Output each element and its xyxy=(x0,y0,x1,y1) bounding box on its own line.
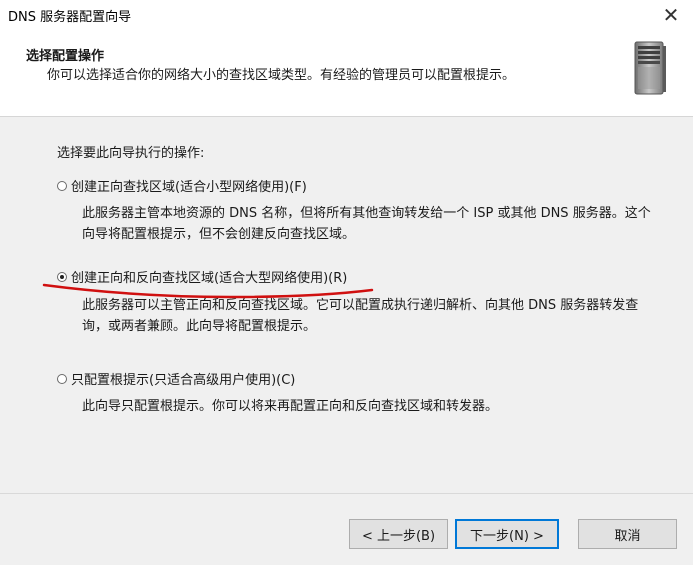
radio-root-hints-only[interactable] xyxy=(57,373,67,384)
back-button[interactable]: < 上一步(B) xyxy=(349,519,448,549)
option-description: 此服务器主管本地资源的 DNS 名称，但将所有其他查询转发给一个 ISP 或其他… xyxy=(82,206,651,242)
radio-forward-and-reverse[interactable] xyxy=(57,271,67,282)
window-title: DNS 服务器配置向导 xyxy=(8,10,132,25)
wizard-body: 选择要此向导执行的操作: 创建正向查找区域(适合小型网络使用)(F) 此服务器主… xyxy=(0,117,693,492)
radio-forward-only[interactable] xyxy=(57,180,67,191)
page-title: 选择配置操作 xyxy=(26,49,105,64)
option-label: 创建正向查找区域(适合小型网络使用)(F) xyxy=(71,180,307,195)
close-icon[interactable]: ✕ xyxy=(649,0,693,30)
wizard-header: 选择配置操作 你可以选择适合你的网络大小的查找区域类型。有经验的管理员可以配置根… xyxy=(0,30,693,117)
option-label: 只配置根提示(只适合高级用户使用)(C) xyxy=(71,373,296,388)
next-button[interactable]: 下一步(N) > xyxy=(455,519,559,549)
footer-divider xyxy=(0,493,693,494)
option-root-hints-only[interactable]: 只配置根提示(只适合高级用户使用)(C) xyxy=(57,369,295,388)
title-bar: DNS 服务器配置向导 ✕ xyxy=(0,0,693,30)
option-forward-and-reverse[interactable]: 创建正向和反向查找区域(适合大型网络使用)(R) xyxy=(57,267,347,286)
cancel-button[interactable]: 取消 xyxy=(578,519,677,549)
options-prompt: 选择要此向导执行的操作: xyxy=(57,146,205,161)
option-label: 创建正向和反向查找区域(适合大型网络使用)(R) xyxy=(71,271,348,286)
option-forward-only[interactable]: 创建正向查找区域(适合小型网络使用)(F) xyxy=(57,176,307,195)
option-description: 此向导只配置根提示。你可以将来再配置正向和反向查找区域和转发器。 xyxy=(82,399,499,414)
option-description: 此服务器可以主管正向和反向查找区域。它可以配置成执行递归解析、向其他 DNS 服… xyxy=(82,298,639,334)
server-tower-icon xyxy=(634,41,666,95)
page-description: 你可以选择适合你的网络大小的查找区域类型。有经验的管理员可以配置根提示。 xyxy=(47,68,516,83)
